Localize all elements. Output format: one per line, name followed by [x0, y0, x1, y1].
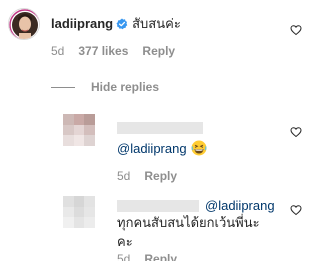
hide-replies-label: Hide replies — [91, 80, 160, 94]
reply-avatar-blurred[interactable] — [63, 114, 95, 146]
redacted-username — [117, 122, 203, 134]
reply-text: @ladiiprang — [117, 140, 207, 157]
heart-outline-icon[interactable] — [290, 24, 302, 36]
redacted-username — [117, 200, 199, 212]
reply-avatar-blurred[interactable] — [63, 196, 95, 228]
hide-replies-button[interactable]: Hide replies — [51, 80, 159, 94]
reply-mention-line: @ladiiprang — [205, 198, 275, 214]
avatar[interactable] — [8, 8, 40, 40]
hide-replies-divider — [51, 86, 75, 88]
mention-link[interactable]: @ladiiprang — [117, 141, 187, 156]
reply-button[interactable]: Reply — [144, 169, 177, 183]
heart-outline-icon[interactable] — [290, 126, 302, 138]
main-comment-meta: 5d 377 likes Reply — [51, 44, 175, 58]
comment-username[interactable]: ladiiprang — [51, 16, 113, 32]
reply-meta: 5d Reply — [117, 169, 177, 183]
reply-age: 5d — [117, 252, 131, 261]
comment-age: 5d — [51, 44, 65, 58]
main-comment: ladiiprang สับสนค่ะ — [51, 16, 181, 32]
reply-meta: 5d Reply — [117, 252, 177, 261]
comment-text: สับสนค่ะ — [132, 16, 181, 31]
mention-link[interactable]: @ladiiprang — [205, 198, 275, 213]
verified-badge-icon — [116, 18, 128, 30]
reply-button[interactable]: Reply — [142, 44, 175, 58]
reply-text-line-2: คะ — [117, 234, 133, 249]
likes-count[interactable]: 377 likes — [78, 44, 128, 58]
heart-outline-icon[interactable] — [290, 204, 302, 216]
grinning-squinting-face-emoji — [191, 140, 207, 156]
reply-button[interactable]: Reply — [144, 252, 177, 261]
reply-age: 5d — [117, 169, 131, 183]
reply-text-line-1: ทุกคนสับสนได้ยกเว้นพี่นะ — [117, 215, 260, 230]
